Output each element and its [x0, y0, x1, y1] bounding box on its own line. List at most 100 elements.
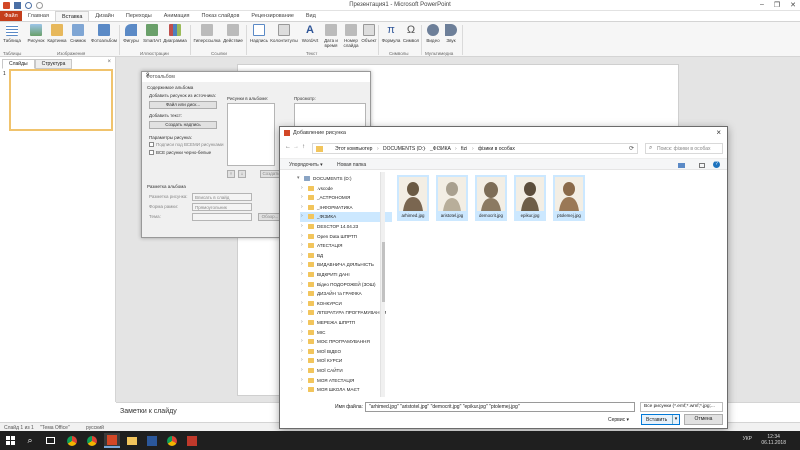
tab-file[interactable]: Файл [0, 11, 22, 21]
equation-button[interactable]: π Формула [380, 24, 402, 43]
chevron-right-icon[interactable]: › [301, 348, 303, 354]
powerpoint-taskbar-icon[interactable] [104, 433, 120, 448]
nav-item[interactable]: ▾ DOCUMENTS (D:) [296, 174, 388, 184]
smartart-button[interactable]: SmartArt [141, 24, 163, 43]
nav-item[interactable]: › _ІНФОРМАТИКА [300, 203, 392, 213]
chevron-right-icon[interactable]: › [301, 261, 303, 267]
close-button[interactable]: ✕ [790, 1, 796, 9]
chevron-right-icon[interactable]: › [301, 290, 303, 296]
move-down-button[interactable]: ↓ [238, 170, 246, 178]
explorer-taskbar-icon[interactable] [124, 433, 140, 448]
slide-thumbnail[interactable] [9, 69, 113, 131]
breadcrumb-fizi[interactable]: fizi [461, 146, 467, 152]
chevron-right-icon[interactable]: › [301, 281, 303, 287]
file-item[interactable]: democrit.jpg [475, 175, 507, 221]
dialog-close-icon[interactable]: × [716, 128, 721, 137]
nav-item[interactable]: › МІС [300, 328, 392, 338]
nav-item[interactable]: › ВД [300, 251, 392, 261]
file-disk-button[interactable]: Файл или диск... [149, 101, 217, 109]
chevron-right-icon[interactable]: › [301, 386, 303, 392]
up-arrow-icon[interactable]: ↑ [302, 144, 305, 150]
tab-review[interactable]: Рецензирование [245, 11, 299, 21]
picture-button[interactable]: Рисунок [25, 24, 47, 43]
nav-item[interactable]: › МОЯ ШКОЛА МАЄТ [300, 385, 392, 395]
nav-item[interactable]: › МОЄ ПРОГРАМУВАННЯ [300, 337, 392, 347]
chart-button[interactable]: Диаграмма [162, 24, 188, 43]
nav-item[interactable]: › МОЇ КУРСИ [300, 356, 392, 366]
chrome-taskbar-icon-3[interactable] [164, 433, 180, 448]
nav-item[interactable]: › ВИДАВНИЧА ДІЯЛЬНІСТЬ [300, 260, 392, 270]
chevron-down-icon[interactable]: ▾ [672, 415, 679, 424]
filetype-select[interactable]: Все рисунки (*.emf;*.wmf;*.jpg;... [640, 402, 723, 412]
tab-slides[interactable]: Слайды [2, 59, 35, 69]
file-item[interactable]: epikur.jpg [514, 175, 546, 221]
nav-item[interactable]: › ДИЗАЙН та ГРАФІКА [300, 289, 392, 299]
nav-item[interactable]: › КОНКУРСИ [300, 299, 392, 309]
pane-close-icon[interactable]: × [107, 59, 111, 65]
chrome-taskbar-icon[interactable] [64, 433, 80, 448]
symbol-button[interactable]: Ω Символ [400, 24, 422, 43]
nav-item[interactable]: › _ФІЗИКА [300, 212, 392, 223]
clipart-button[interactable]: Картинка [46, 24, 68, 43]
move-up-button[interactable]: ↑ [227, 170, 235, 178]
tab-transitions[interactable]: Переходы [120, 11, 158, 21]
chevron-right-icon[interactable]: › [301, 242, 303, 248]
file-item[interactable]: aristotel.jpg [436, 175, 468, 221]
object-button[interactable]: Объект [358, 24, 380, 43]
nav-item[interactable]: › АТЕСТАЦІЯ [300, 241, 392, 251]
app-taskbar-icon[interactable] [184, 433, 200, 448]
chevron-right-icon[interactable]: › [301, 367, 303, 373]
chevron-right-icon[interactable]: › [301, 185, 303, 191]
tab-animation[interactable]: Анимация [158, 11, 196, 21]
minimize-button[interactable]: – [760, 1, 764, 9]
chevron-right-icon[interactable]: › [301, 377, 303, 383]
wordart-button[interactable]: A WordArt [299, 24, 321, 43]
chevron-right-icon[interactable]: › [301, 213, 303, 219]
help-icon[interactable]: ? [713, 161, 720, 168]
nav-item[interactable]: › ЛІТЕРАТУРА ПРОГРАМУВАННЯ [300, 308, 392, 318]
chevron-right-icon[interactable]: › [301, 271, 303, 277]
chevron-right-icon[interactable]: › [301, 338, 303, 344]
chrome-taskbar-icon-2[interactable] [84, 433, 100, 448]
table-button[interactable]: Таблица [1, 24, 23, 43]
chevron-right-icon[interactable]: › [301, 357, 303, 363]
frame-select[interactable]: Прямоугольник [192, 203, 252, 211]
chevron-right-icon[interactable]: › [301, 319, 303, 325]
organize-button[interactable]: Упорядочить ▾ [289, 162, 323, 168]
chevron-right-icon[interactable]: › [301, 233, 303, 239]
nav-item[interactable]: › Open Data ШПРТП [300, 232, 392, 242]
captions-checkbox[interactable] [149, 142, 154, 147]
tab-outline[interactable]: Структура [34, 59, 73, 69]
preview-pane-icon[interactable] [699, 163, 705, 168]
word-taskbar-icon[interactable] [144, 433, 160, 448]
chevron-right-icon[interactable]: › [301, 204, 303, 210]
view-options-icon[interactable] [678, 163, 685, 168]
forward-arrow-icon[interactable]: → [293, 144, 299, 150]
refresh-icon[interactable]: ⟳ [629, 145, 634, 152]
maximize-button[interactable]: ❐ [774, 1, 780, 9]
bw-checkbox[interactable] [149, 150, 154, 155]
tab-insert[interactable]: Вставка [54, 11, 90, 21]
cancel-button[interactable]: Отмена [684, 414, 723, 425]
breadcrumb-documents[interactable]: DOCUMENTS (D:) [383, 146, 425, 152]
nav-item[interactable]: › МОЇ ВІДЕО [300, 347, 392, 357]
pictures-list[interactable] [227, 103, 275, 166]
search-box[interactable]: ⌕ Поиск: фізики в особах [645, 143, 723, 154]
shapes-button[interactable]: Фигуры [120, 24, 142, 43]
audio-button[interactable]: Звук [440, 24, 462, 43]
filename-input[interactable]: "arhimed.jpg" "aristotel.jpg" "democrit.… [365, 402, 635, 412]
chevron-right-icon[interactable]: › [301, 194, 303, 200]
header-footer-button[interactable]: Колонтитулы [270, 24, 298, 43]
nav-item[interactable]: › МОЯ АТЕСТАЦІЯ [300, 376, 392, 386]
tab-slideshow[interactable]: Показ слайдов [196, 11, 246, 21]
tab-view[interactable]: Вид [300, 11, 322, 21]
nav-item[interactable]: › МЕРЕЖА ШПРТП [300, 318, 392, 328]
task-view-button[interactable] [42, 433, 58, 448]
album-close-icon[interactable]: × [146, 73, 365, 79]
nav-item[interactable]: › DESCTOP 14.04.23 [300, 222, 392, 232]
breadcrumb-current[interactable]: фізики в особах [478, 146, 515, 152]
photo-album-button[interactable]: Фотоальбом [90, 24, 118, 43]
nav-item[interactable]: › МОЇ САЙТИ [300, 366, 392, 376]
breadcrumb-this-pc[interactable]: Этот компьютер [335, 146, 372, 152]
tab-design[interactable]: Дизайн [89, 11, 120, 21]
